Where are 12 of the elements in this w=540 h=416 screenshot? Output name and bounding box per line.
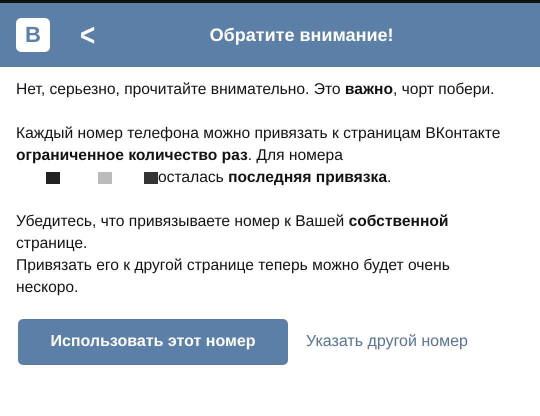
redaction-mark	[144, 172, 158, 184]
back-button[interactable]: <	[76, 16, 100, 54]
paragraph-text: Убедитесь, что привязываете номер к Вашей собственной странице.	[16, 212, 450, 254]
other-number-link[interactable]: Указать другой номер	[306, 333, 468, 351]
redaction-mark	[98, 172, 112, 184]
window-title: Обратите внимание!	[208, 24, 395, 46]
paragraph-text: Нет, серьезно, прочитайте внимательно. Это важно, чорт побери.	[16, 80, 496, 100]
paragraph-text: осталась последняя привязка.	[158, 168, 392, 188]
logo-icon: В	[16, 18, 50, 52]
paragraph-text: Привязать его к другой странице теперь можно будет очень нескоро.	[16, 256, 451, 298]
use-number-button[interactable]: Использовать этот номер	[18, 319, 288, 365]
redaction-mark	[46, 172, 60, 184]
